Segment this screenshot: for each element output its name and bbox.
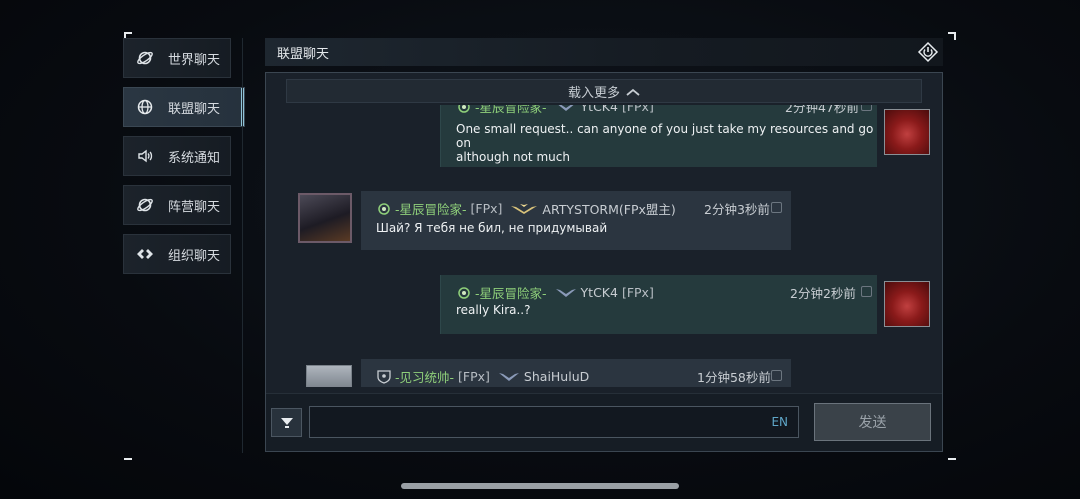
tab-label: 系统通知 — [168, 150, 221, 166]
player-name[interactable]: ShaiHuluD — [524, 369, 589, 384]
message-time: 2分钟2秒前 — [790, 286, 856, 301]
message-meta: -星辰冒险家- YtCK4 [FPx] — [456, 283, 654, 302]
alliance-emblem-icon — [456, 105, 472, 114]
chat-panel: 载入更多 -星辰冒险家- YtCK4 [FPx] 2分钟47秒前 One sma… — [265, 72, 943, 452]
message-bubble: -见习统帅- [FPx] ShaiHuluD 1分钟58秒前 — [361, 359, 791, 387]
translate-icon[interactable] — [861, 105, 872, 111]
rank-badge-icon — [498, 370, 520, 384]
avatar[interactable] — [884, 281, 930, 327]
avatar[interactable] — [884, 109, 930, 155]
alliance-tag: [FPx] — [458, 369, 490, 384]
planet-icon — [134, 194, 156, 216]
message-meta: -星辰冒险家- [FPx] ARTYSTORM(FPx盟主) — [376, 199, 676, 218]
alliance-tag: [FPx] — [621, 105, 654, 114]
alliance-emblem-icon — [456, 286, 472, 300]
list-item: -见习统帅- [FPx] ShaiHuluD 1分钟58秒前 — [266, 359, 942, 387]
tab-alliance-chat[interactable]: 联盟聊天 — [123, 87, 245, 127]
message-bubble: -星辰冒险家- YtCK4 [FPx] 2分钟2秒前 really Kira..… — [440, 275, 877, 334]
message-meta: -见习统帅- [FPx] ShaiHuluD — [376, 367, 589, 386]
translate-icon[interactable] — [771, 370, 782, 381]
player-name[interactable]: YtCK4 — [581, 285, 618, 300]
message-time: 2分钟3秒前 — [704, 202, 770, 217]
input-bar: EN 发送 — [266, 393, 942, 451]
tab-world-chat[interactable]: 世界聊天 — [123, 38, 231, 78]
message-input-field[interactable]: EN — [309, 406, 799, 438]
list-item: -星辰冒险家- YtCK4 [FPx] 2分钟2秒前 really Kira..… — [266, 275, 942, 345]
player-name[interactable]: YtCK4 — [581, 105, 618, 114]
list-item: -星辰冒险家- YtCK4 [FPx] 2分钟47秒前 One small re… — [266, 105, 942, 175]
message-bubble: -星辰冒险家- YtCK4 [FPx] 2分钟47秒前 One small re… — [440, 105, 877, 167]
message-list[interactable]: -星辰冒险家- YtCK4 [FPx] 2分钟47秒前 One small re… — [266, 105, 942, 387]
guild-name: -星辰冒险家- — [475, 286, 547, 301]
chat-header: 联盟聊天 — [265, 38, 943, 66]
message-time: 2分钟47秒前 — [785, 105, 859, 115]
alliance-emblem-icon — [376, 202, 392, 216]
list-item: -星辰冒险家- [FPx] ARTYSTORM(FPx盟主) 2分钟3秒前 Ша… — [266, 191, 942, 261]
diamond-link-icon — [134, 243, 156, 265]
chevron-up-icon — [626, 86, 640, 96]
home-indicator[interactable] — [401, 483, 679, 489]
message-input[interactable] — [310, 407, 798, 437]
tab-organization-chat[interactable]: 组织聊天 — [123, 234, 231, 274]
message-time: 1分钟58秒前 — [697, 370, 771, 385]
load-more-label: 载入更多 — [567, 85, 620, 101]
message-meta: -星辰冒险家- YtCK4 [FPx] — [456, 105, 654, 116]
alliance-tag: [FPx] — [621, 285, 654, 300]
send-button[interactable]: 发送 — [814, 403, 931, 441]
translate-icon[interactable] — [771, 202, 782, 213]
message-text: One small request.. can anyone of you ju… — [456, 122, 874, 164]
avatar[interactable] — [298, 193, 352, 243]
player-name[interactable]: ARTYSTORM(FPx盟主) — [542, 199, 675, 218]
globe-icon — [134, 96, 156, 118]
guild-name: -星辰冒险家- — [395, 202, 467, 217]
tab-faction-chat[interactable]: 阵营聊天 — [123, 185, 231, 225]
exit-icon[interactable] — [917, 41, 939, 63]
tab-system-notice[interactable]: 系统通知 — [123, 136, 231, 176]
tab-label: 阵营聊天 — [168, 199, 221, 215]
shield-star-icon — [376, 369, 392, 384]
leader-badge-icon — [510, 202, 538, 216]
triangle-down-icon — [280, 417, 293, 428]
tab-label: 联盟聊天 — [168, 101, 221, 117]
speaker-icon — [134, 145, 156, 167]
page-title: 联盟聊天 — [277, 46, 330, 62]
planet-icon — [134, 47, 156, 69]
guild-name: -星辰冒险家- — [475, 105, 547, 115]
tab-label: 世界聊天 — [168, 52, 221, 68]
message-bubble: -星辰冒险家- [FPx] ARTYSTORM(FPx盟主) 2分钟3秒前 Ша… — [361, 191, 791, 250]
language-toggle[interactable]: EN — [771, 415, 788, 429]
divider — [242, 38, 243, 453]
rank-badge-icon — [555, 105, 577, 114]
avatar[interactable] — [306, 365, 352, 387]
tab-label: 组织聊天 — [168, 248, 221, 264]
alliance-tag: [FPx] — [470, 201, 503, 216]
guild-name: -见习统帅- — [395, 370, 455, 385]
translate-icon[interactable] — [861, 286, 872, 297]
emote-button[interactable] — [271, 408, 302, 437]
message-text: really Kira..? — [456, 303, 531, 317]
message-text: Шай? Я тебя не бил, не придумывай — [376, 221, 608, 235]
rank-badge-icon — [555, 286, 577, 300]
load-more-button[interactable]: 载入更多 — [286, 79, 922, 103]
